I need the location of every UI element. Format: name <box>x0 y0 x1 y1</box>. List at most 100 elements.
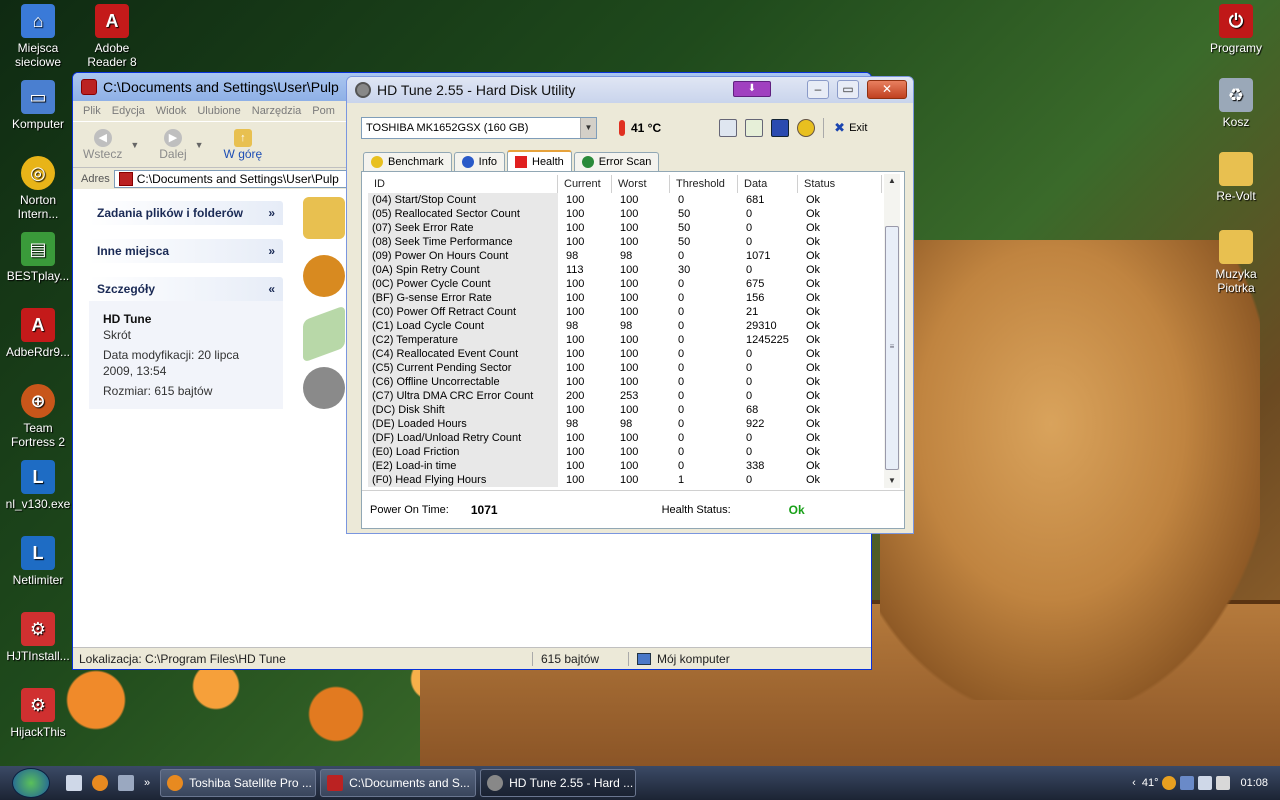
table-row[interactable]: (BF) G-sense Error Rate 100 100 0 156 Ok <box>368 291 882 305</box>
status-value: Ok <box>798 263 882 277</box>
board-app-icon[interactable] <box>303 305 345 363</box>
table-row[interactable]: (0C) Power Cycle Count 100 100 0 675 Ok <box>368 277 882 291</box>
desktop-icon-netlimiter[interactable]: L Netlimiter <box>0 536 76 587</box>
table-row[interactable]: (C2) Temperature 100 100 0 1245225 Ok <box>368 333 882 347</box>
tray-volume-icon[interactable] <box>1216 776 1231 790</box>
table-row[interactable]: (05) Reallocated Sector Count 100 100 50 0 Ok <box>368 207 882 221</box>
save-icon[interactable] <box>771 119 790 137</box>
download-icon[interactable]: ⬇ <box>733 81 771 97</box>
desktop-icon-kosz[interactable]: ♻ Kosz <box>1198 78 1274 129</box>
tab-info[interactable]: Info <box>453 152 505 171</box>
table-row[interactable]: (04) Start/Stop Count 100 100 0 681 Ok <box>368 193 882 207</box>
up-button[interactable]: ↑ W górę <box>224 128 262 161</box>
other-places-header[interactable]: Inne miejsca » <box>89 239 283 263</box>
status-value: Ok <box>798 207 882 221</box>
column-data[interactable]: Data <box>738 175 798 193</box>
forward-dropdown-icon[interactable]: ▼ <box>195 140 204 150</box>
menu-ulubione[interactable]: Ulubione <box>197 105 240 117</box>
tray-clock[interactable]: 01:08 <box>1240 777 1268 789</box>
table-row[interactable]: (DC) Disk Shift 100 100 0 68 Ok <box>368 403 882 417</box>
table-row[interactable]: (07) Seek Error Rate 100 100 50 0 Ok <box>368 221 882 235</box>
tray-display-icon[interactable] <box>1198 776 1213 790</box>
tab-benchmark[interactable]: Benchmark <box>363 152 452 171</box>
file-tasks-header[interactable]: Zadania plików i folderów » <box>89 201 283 225</box>
table-row[interactable]: (09) Power On Hours Count 98 98 0 1071 Ok <box>368 249 882 263</box>
menu-plik[interactable]: Plik <box>83 105 101 117</box>
tab-error-scan[interactable]: Error Scan <box>573 152 660 171</box>
table-row[interactable]: (F0) Head Flying Hours 100 100 1 0 Ok <box>368 473 882 487</box>
copy-icon[interactable] <box>719 119 738 137</box>
maximize-button[interactable]: ▭ <box>837 80 859 99</box>
column-worst[interactable]: Worst <box>612 175 670 193</box>
tab-health[interactable]: Health <box>507 150 572 171</box>
desktop-icon-nl-v130[interactable]: L nl_v130.exe <box>0 460 76 511</box>
bear-app-icon[interactable] <box>303 255 345 297</box>
hdtune-window[interactable]: HD Tune 2.55 - Hard Disk Utility ⬇ – ▭ ✕… <box>346 76 914 534</box>
desktop-icon-hijackthis[interactable]: ⚙ HijackThis <box>0 688 76 739</box>
table-row[interactable]: (E2) Load-in time 100 100 0 338 Ok <box>368 459 882 473</box>
start-button[interactable] <box>12 768 50 798</box>
hdtune-shortcut-icon[interactable] <box>303 367 345 409</box>
back-button[interactable]: ◀ Wstecz <box>83 128 122 161</box>
desktop-icon-bestplayer[interactable]: ▤ BESTplay... <box>0 232 76 283</box>
desktop-icon-adberdr9[interactable]: A AdbeRdr9... <box>0 308 76 359</box>
table-row[interactable]: (C7) Ultra DMA CRC Error Count 200 253 0 0 Ok <box>368 389 882 403</box>
close-button[interactable]: ✕ <box>867 80 907 99</box>
tray-network-icon[interactable] <box>1180 776 1195 790</box>
desktop-icon-muzyka-piotrka[interactable]: Muzyka Piotrka <box>1198 230 1274 295</box>
taskbar-task-explorer[interactable]: C:\Documents and S... <box>320 769 477 797</box>
taskbar-task-hdtune[interactable]: HD Tune 2.55 - Hard ... <box>480 769 637 797</box>
firefox-quicklaunch-icon[interactable] <box>92 775 108 791</box>
scroll-down-icon[interactable]: ▼ <box>884 474 900 488</box>
switch-windows-icon[interactable] <box>118 775 134 791</box>
desktop-icon-network-places[interactable]: ⌂ Miejsca sieciowe <box>0 4 76 69</box>
desktop-icon-team-fortress-2[interactable]: ⊕ Team Fortress 2 <box>0 384 76 449</box>
column-current[interactable]: Current <box>558 175 612 193</box>
tray-temperature[interactable]: 41° <box>1142 777 1159 789</box>
desktop-icon-programy[interactable]: ⏻ Programy <box>1198 4 1274 55</box>
minimize-button[interactable]: – <box>807 80 829 99</box>
hdtune-toolbar: TOSHIBA MK1652GSX (160 GB) ▼ 41 °C ✖ Exi… <box>361 115 903 141</box>
table-row[interactable]: (C6) Offline Uncorrectable 100 100 0 0 Ok <box>368 375 882 389</box>
column-status[interactable]: Status <box>798 175 882 193</box>
tray-expand-icon[interactable]: ‹ <box>1132 777 1136 789</box>
column-threshold[interactable]: Threshold <box>670 175 738 193</box>
back-dropdown-icon[interactable]: ▼ <box>130 140 139 150</box>
scroll-up-icon[interactable]: ▲ <box>884 174 900 188</box>
exit-button[interactable]: ✖ Exit <box>834 120 867 136</box>
menu-widok[interactable]: Widok <box>156 105 187 117</box>
menu-edycja[interactable]: Edycja <box>112 105 145 117</box>
folder-icon[interactable] <box>303 197 345 239</box>
menu-narzedzia[interactable]: Narzędzia <box>252 105 302 117</box>
desktop-icon-hjtinstall[interactable]: ⚙ HJTInstall... <box>0 612 76 663</box>
forward-button[interactable]: ▶ Dalej <box>159 128 187 161</box>
vertical-scrollbar[interactable]: ▲ ≡ ▼ <box>884 174 900 488</box>
table-row[interactable]: (E0) Load Friction 100 100 0 0 Ok <box>368 445 882 459</box>
taskbar-task-firefox[interactable]: Toshiba Satellite Pro ... <box>160 769 317 797</box>
desktop-icon-computer[interactable]: ▭ Komputer <box>0 80 76 131</box>
drive-select[interactable]: TOSHIBA MK1652GSX (160 GB) ▼ <box>361 117 597 139</box>
hdtune-title-bar[interactable]: HD Tune 2.55 - Hard Disk Utility ⬇ – ▭ ✕ <box>347 77 913 103</box>
attribute-id: (C6) Offline Uncorrectable <box>368 375 558 389</box>
table-row[interactable]: (0A) Spin Retry Count 113 100 30 0 Ok <box>368 263 882 277</box>
status-zone: Mój komputer <box>629 652 730 666</box>
table-row[interactable]: (08) Seek Time Performance 100 100 50 0 Ok <box>368 235 882 249</box>
table-row[interactable]: (C5) Current Pending Sector 100 100 0 0 Ok <box>368 361 882 375</box>
desktop-icon-re-volt[interactable]: Re-Volt <box>1198 152 1274 203</box>
column-id[interactable]: ID <box>368 175 558 193</box>
desktop-icon-norton[interactable]: ◎ Norton Intern... <box>0 156 76 221</box>
tray-sun-icon[interactable] <box>1162 776 1177 790</box>
table-row[interactable]: (DF) Load/Unload Retry Count 100 100 0 0 Ok <box>368 431 882 445</box>
options-icon[interactable] <box>797 119 816 137</box>
copy-all-icon[interactable] <box>745 119 764 137</box>
table-row[interactable]: (C4) Reallocated Event Count 100 100 0 0 Ok <box>368 347 882 361</box>
show-desktop-icon[interactable] <box>66 775 82 791</box>
scroll-thumb[interactable]: ≡ <box>885 226 899 470</box>
quick-launch-more-icon[interactable]: » <box>144 777 150 789</box>
table-row[interactable]: (C0) Power Off Retract Count 100 100 0 21 Ok <box>368 305 882 319</box>
table-row[interactable]: (DE) Loaded Hours 98 98 0 922 Ok <box>368 417 882 431</box>
table-row[interactable]: (C1) Load Cycle Count 98 98 0 29310 Ok <box>368 319 882 333</box>
menu-pomoc[interactable]: Pom <box>312 105 335 117</box>
details-header[interactable]: Szczegóły « <box>89 277 283 301</box>
desktop-icon-adobe-reader-8[interactable]: A Adobe Reader 8 <box>74 4 150 69</box>
